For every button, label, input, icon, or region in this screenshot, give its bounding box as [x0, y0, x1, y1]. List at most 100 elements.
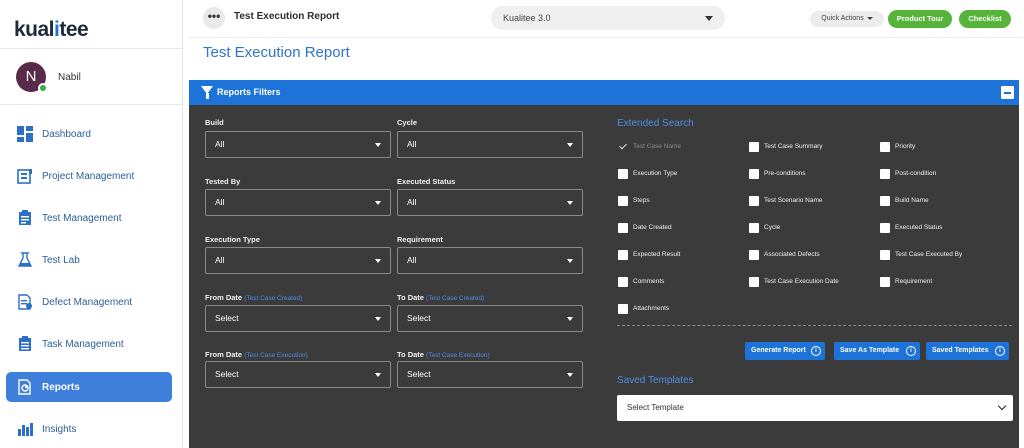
extended-divider	[617, 325, 1012, 326]
sidebar-item-label: Dashboard	[42, 128, 91, 140]
app-root: kualitee N Nabil Dashboard Project Manag…	[0, 0, 1024, 448]
checkbox-label: Test Case Summary	[764, 143, 823, 150]
sidebar-item-label: Test Lab	[42, 254, 80, 266]
sidebar: kualitee N Nabil Dashboard Project Manag…	[0, 0, 183, 448]
build-select-value: All	[215, 139, 225, 149]
from-date-sublabel: (Test Case Created)	[244, 295, 303, 302]
checkbox-label: Associated Defects	[764, 251, 820, 258]
checkbox-attachments[interactable]	[618, 304, 628, 314]
tested-by-label: Tested By	[205, 177, 241, 186]
checkbox-post-condition[interactable]	[880, 169, 890, 179]
to-date-execution-select[interactable]: Select	[397, 361, 583, 388]
defect-icon	[17, 294, 33, 310]
executed-status-select[interactable]: All	[397, 189, 583, 216]
to-date-created-select[interactable]: Select	[397, 305, 583, 332]
to-date-created-label: To Date (Test Case Created)	[397, 293, 484, 302]
checkbox-test-scenario-name[interactable]	[749, 196, 759, 206]
caret-down-icon	[375, 259, 381, 263]
from-date-created-select[interactable]: Select	[205, 305, 391, 332]
checkbox-date-created[interactable]	[618, 223, 628, 233]
checkbox-test-case-summary[interactable]	[749, 142, 759, 152]
caret-down-icon	[705, 16, 713, 21]
sidebar-item-reports[interactable]: Reports	[6, 372, 172, 402]
build-label: Build	[205, 118, 224, 127]
checkbox-test-case-execution-date[interactable]	[749, 277, 759, 287]
checkbox-label: Post-condition	[895, 170, 937, 177]
caret-down-icon	[375, 373, 381, 377]
sidebar-item-label: Reports	[42, 381, 80, 393]
from-date-created-label: From Date (Test Case Created)	[205, 293, 302, 302]
sidebar-item-dashboard[interactable]: Dashboard	[6, 119, 172, 149]
tested-by-select[interactable]: All	[205, 189, 391, 216]
checkbox-test-case-executed-by[interactable]	[880, 250, 890, 260]
requirement-select-value: All	[407, 255, 417, 265]
logo-text-end: tee	[59, 18, 89, 41]
checkbox-label: Requirement	[895, 278, 933, 285]
checklist-button[interactable]: Checklist	[959, 10, 1011, 28]
sidebar-item-test-lab[interactable]: Test Lab	[6, 245, 172, 275]
to-date-label-text: To Date	[397, 293, 424, 302]
reports-icon	[17, 379, 33, 395]
user-name: Nabil	[58, 72, 81, 83]
checkbox-build-name[interactable]	[880, 196, 890, 206]
checkbox-label: Pre-conditions	[764, 170, 806, 177]
sidebar-item-defect-management[interactable]: Defect Management	[6, 287, 172, 317]
execution-type-select-value: All	[215, 255, 225, 265]
template-select[interactable]: Select Template	[617, 395, 1013, 421]
avatar[interactable]: N	[16, 62, 48, 93]
checkbox-execution-type[interactable]	[618, 169, 628, 179]
checkbox-steps[interactable]	[618, 196, 628, 206]
from-date-execution-select[interactable]: Select	[205, 361, 391, 388]
checkbox-expected-result[interactable]	[618, 250, 628, 260]
sidebar-item-test-management[interactable]: Test Management	[6, 203, 172, 233]
cycle-select-value: All	[407, 139, 417, 149]
project-select-value: Kualitee 3.0	[503, 13, 551, 23]
sidebar-item-project-management[interactable]: Project Management	[6, 161, 172, 191]
from-date-label-text: From Date	[205, 293, 243, 302]
tested-by-select-value: All	[215, 197, 225, 207]
saved-templates-title: Saved Templates	[617, 375, 694, 386]
page-title: Test Execution Report	[203, 44, 350, 61]
checkbox-cycle[interactable]	[749, 223, 759, 233]
chevron-down-icon	[997, 401, 1007, 411]
cycle-select[interactable]: All	[397, 131, 583, 158]
sidebar-item-insights[interactable]: Insights	[6, 414, 172, 444]
checkbox-requirement[interactable]	[880, 277, 890, 287]
from-date-created-value: Select	[215, 313, 239, 323]
checkbox-associated-defects[interactable]	[749, 250, 759, 260]
checkbox-priority[interactable]	[880, 142, 890, 152]
save-as-template-button[interactable]: Save As Template i	[834, 342, 920, 360]
requirement-select[interactable]: All	[397, 247, 583, 274]
generate-report-label: Generate Report	[751, 347, 806, 354]
execution-type-select[interactable]: All	[205, 247, 391, 274]
sidebar-item-label: Insights	[42, 423, 77, 435]
product-tour-button[interactable]: Product Tour	[888, 10, 952, 28]
kualitee-logo[interactable]: kualitee	[14, 18, 89, 42]
checkbox-label: Test Case Executed By	[895, 251, 963, 258]
generate-report-button[interactable]: Generate Report i	[745, 342, 825, 360]
checkbox-test-case-name[interactable]	[618, 142, 628, 152]
project-select[interactable]: Kualitee 3.0	[491, 6, 725, 30]
to-date-sublabel: (Test Case Execution)	[426, 352, 490, 359]
sidebar-item-task-management[interactable]: Task Management	[6, 329, 172, 359]
to-date-execution-value: Select	[407, 369, 431, 379]
checkbox-pre-conditions[interactable]	[749, 169, 759, 179]
build-select[interactable]: All	[205, 131, 391, 158]
caret-down-icon	[567, 373, 573, 377]
dashboard-icon	[17, 126, 33, 142]
caret-down-icon	[375, 201, 381, 205]
info-icon: i	[811, 346, 821, 356]
quick-actions-button[interactable]: Quick Actions	[810, 11, 884, 27]
from-date-execution-value: Select	[215, 369, 239, 379]
caret-down-icon	[375, 317, 381, 321]
collapse-button[interactable]	[1001, 86, 1014, 99]
caret-down-icon	[375, 143, 381, 147]
more-options-button[interactable]: •••	[203, 7, 225, 29]
checkbox-label: Test Scenario Name	[764, 197, 823, 204]
checkbox-comments[interactable]	[618, 277, 628, 287]
template-select-value: Select Template	[627, 403, 684, 412]
checkbox-executed-status[interactable]	[880, 223, 890, 233]
saved-templates-button[interactable]: Saved Templates i	[926, 342, 1009, 360]
reports-filters-header[interactable]: Reports Filters	[189, 80, 1019, 105]
checkbox-label: Test Case Name	[633, 143, 682, 150]
